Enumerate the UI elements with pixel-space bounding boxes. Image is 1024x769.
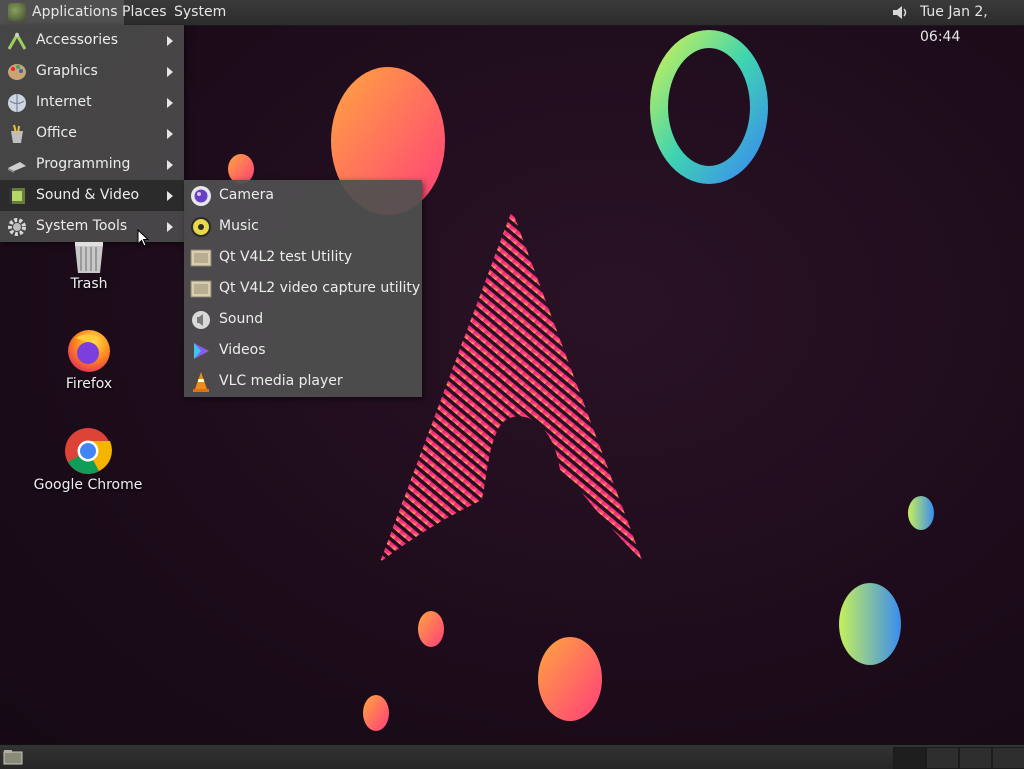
gear-icon: [8, 218, 26, 236]
bluegreen-circle-large: [839, 583, 901, 665]
places-label: Places: [122, 4, 167, 20]
orange-dot-1: [418, 611, 444, 647]
submenu-item-vlc[interactable]: VLC media player: [184, 366, 422, 397]
workspace-1[interactable]: [893, 747, 926, 769]
applications-label: Applications: [32, 4, 118, 20]
menu-item-label: Office: [36, 125, 77, 141]
sound-video-submenu: Camera Music Qt V4L2 test Utility Qt V4L…: [184, 180, 422, 397]
top-panel: Applications Places System Tue Jan 2, 06…: [0, 0, 1024, 45]
menu-item-accessories[interactable]: Accessories: [0, 25, 184, 56]
firefox-icon: [68, 330, 110, 372]
camera-icon: [191, 186, 211, 206]
submenu-item-videos[interactable]: Videos: [184, 335, 422, 366]
multimedia-icon: [9, 188, 25, 204]
mouse-pointer-icon: [137, 229, 149, 247]
menu-item-label: Sound & Video: [36, 187, 140, 203]
bluegreen-circle-small: [908, 496, 934, 530]
orange-dot-2: [363, 695, 389, 731]
qvidcap-icon: [190, 280, 212, 298]
accessories-icon: [7, 31, 27, 50]
desktop-icon-firefox[interactable]: Firefox: [29, 326, 149, 396]
workspace-3[interactable]: [959, 747, 992, 769]
system-label: System: [174, 4, 227, 20]
submenu-item-qv4l2[interactable]: Qt V4L2 test Utility: [184, 242, 422, 273]
menu-item-internet[interactable]: Internet: [0, 87, 184, 118]
graphics-icon: [8, 64, 26, 80]
applications-menu: Accessories Graphics Internet Office Pro…: [0, 25, 184, 242]
trash-icon: [75, 242, 103, 273]
arch-logo-icon: [8, 3, 26, 21]
orange-circle-mid: [538, 637, 602, 721]
videos-icon: [194, 343, 209, 359]
submenu-item-qvidcap[interactable]: Qt V4L2 video capture utility: [184, 273, 422, 304]
music-icon: [191, 217, 211, 237]
bottom-panel: [0, 744, 1024, 769]
submenu-item-sound[interactable]: Sound: [184, 304, 422, 335]
gradient-ring: [650, 30, 768, 184]
chevron-right-icon: [167, 222, 173, 232]
chevron-right-icon: [167, 129, 173, 139]
desktop-icon-label: Trash: [70, 276, 108, 292]
submenu-item-music[interactable]: Music: [184, 211, 422, 242]
chrome-icon: [65, 428, 112, 474]
show-desktop-icon[interactable]: [3, 748, 23, 765]
submenu-item-label: Qt V4L2 video capture utility: [219, 280, 421, 296]
vlc-cone-icon: [193, 372, 209, 392]
programming-icon: [8, 162, 26, 173]
submenu-item-label: VLC media player: [219, 373, 343, 389]
menu-item-sound-video[interactable]: Sound & Video: [0, 180, 184, 211]
workspace-4[interactable]: [992, 747, 1024, 769]
submenu-item-label: Sound: [219, 311, 264, 327]
submenu-item-label: Camera: [219, 187, 274, 203]
menu-item-label: Accessories: [36, 32, 119, 48]
submenu-item-label: Videos: [219, 342, 266, 358]
applications-menu-button[interactable]: Applications: [0, 0, 124, 25]
menu-item-graphics[interactable]: Graphics: [0, 56, 184, 87]
submenu-item-camera[interactable]: Camera: [184, 180, 422, 211]
chevron-right-icon: [167, 36, 173, 46]
menu-item-label: Internet: [36, 94, 92, 110]
desktop-icon-label: Firefox: [65, 376, 113, 392]
chevron-right-icon: [167, 67, 173, 77]
workspace-2[interactable]: [926, 747, 959, 769]
menu-item-label: Graphics: [36, 63, 98, 79]
office-icon: [11, 124, 23, 143]
speaker-volume-icon[interactable]: [890, 3, 910, 22]
submenu-item-label: Music: [219, 218, 259, 234]
menu-item-label: Programming: [36, 156, 131, 172]
desktop-icon-trash[interactable]: Trash: [29, 236, 149, 296]
chevron-right-icon: [167, 98, 173, 108]
places-menu-button[interactable]: Places: [116, 0, 173, 25]
chevron-right-icon: [167, 191, 173, 201]
menu-item-programming[interactable]: Programming: [0, 149, 184, 180]
sound-icon: [192, 311, 210, 329]
qv4l2-icon: [190, 249, 212, 267]
panel-clock[interactable]: Tue Jan 2, 06:44: [920, 0, 1024, 50]
submenu-item-label: Qt V4L2 test Utility: [219, 249, 353, 265]
system-menu-button[interactable]: System: [168, 0, 232, 25]
menu-item-office[interactable]: Office: [0, 118, 184, 149]
internet-globe-icon: [8, 94, 26, 112]
chevron-right-icon: [167, 160, 173, 170]
desktop-icon-google-chrome[interactable]: Google Chrome: [28, 426, 148, 496]
desktop-icon-label: Google Chrome: [33, 477, 143, 493]
